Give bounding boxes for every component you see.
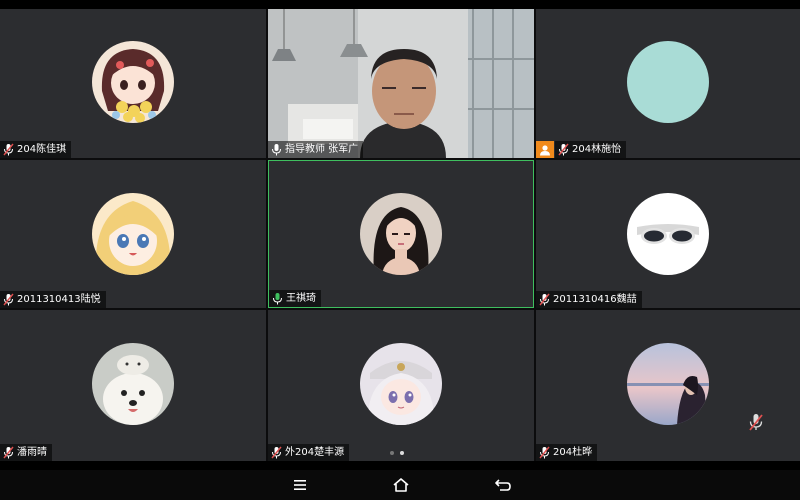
mic-muted-icon: [271, 446, 282, 459]
page-dot[interactable]: [390, 451, 394, 455]
participant-video-feed: [268, 9, 534, 158]
participant-tile[interactable]: 204林施怡: [536, 9, 800, 158]
participant-avatar: [627, 40, 709, 123]
mic-muted-icon: [539, 293, 550, 306]
host-icon: [536, 141, 554, 158]
participant-name-tag: 2011310413陆悦: [0, 291, 106, 308]
participant-name: 外204楚丰源: [285, 447, 345, 458]
mic-muted-icon: [558, 143, 569, 156]
participant-name: 204林施怡: [572, 144, 622, 155]
participant-avatar: [92, 40, 174, 123]
participant-name-tag: 2011310416魏喆: [536, 291, 642, 308]
participant-name-tag: 指导教师 张军广: [268, 141, 364, 158]
mic-muted-icon: [748, 413, 764, 431]
participant-name: 王祺琦: [286, 293, 316, 304]
system-navigation-bar: [0, 470, 800, 500]
participant-name: 204杜晔: [553, 447, 593, 458]
participant-avatar: [627, 342, 709, 425]
back-icon[interactable]: [493, 476, 513, 494]
mic-muted-icon: [3, 446, 14, 459]
participant-tile[interactable]: 204陈佳琪: [0, 9, 266, 158]
mic-muted-icon: [3, 293, 14, 306]
participant-name: 潘雨晴: [17, 447, 47, 458]
participant-tile[interactable]: 204杜晔: [536, 310, 800, 461]
participant-name-tag: 王祺琦: [269, 290, 321, 307]
mic-active-icon: [273, 293, 282, 305]
participant-avatar: [92, 342, 174, 425]
menu-icon[interactable]: [290, 476, 310, 494]
page-indicator[interactable]: [390, 451, 404, 455]
page-dot-current[interactable]: [400, 451, 404, 455]
participant-name: 204陈佳琪: [17, 144, 67, 155]
participant-avatar: [92, 193, 174, 275]
participant-avatar: [360, 342, 442, 425]
participant-tile[interactable]: 潘雨晴: [0, 310, 266, 461]
participant-name: 2011310413陆悦: [17, 294, 101, 305]
participant-name-tag: 204杜晔: [536, 444, 598, 461]
video-grid: 204陈佳琪 指导教师 张军广 204林施怡 2011310413陆悦 王祺琦 …: [0, 9, 800, 461]
participant-name-tag: 潘雨晴: [0, 444, 52, 461]
participant-name-tag: 204林施怡: [555, 141, 627, 158]
mic-muted-icon: [3, 143, 14, 156]
mic-icon: [272, 144, 281, 156]
participant-name-tag: 204陈佳琪: [0, 141, 72, 158]
participant-name: 2011310416魏喆: [553, 294, 637, 305]
home-icon[interactable]: [391, 476, 411, 494]
participant-avatar: [627, 193, 709, 275]
top-status-strip: [0, 0, 800, 9]
participant-name-tag: 外204楚丰源: [268, 444, 350, 461]
mic-muted-icon: [539, 446, 550, 459]
participant-tile[interactable]: 外204楚丰源: [268, 310, 534, 461]
participant-name: 指导教师 张军广: [285, 144, 359, 155]
participant-tile[interactable]: 2011310413陆悦: [0, 160, 266, 308]
participant-avatar: [360, 193, 442, 275]
participant-tile-active[interactable]: 王祺琦: [268, 160, 534, 308]
participant-tile[interactable]: 2011310416魏喆: [536, 160, 800, 308]
participant-tile[interactable]: 指导教师 张军广: [268, 9, 534, 158]
